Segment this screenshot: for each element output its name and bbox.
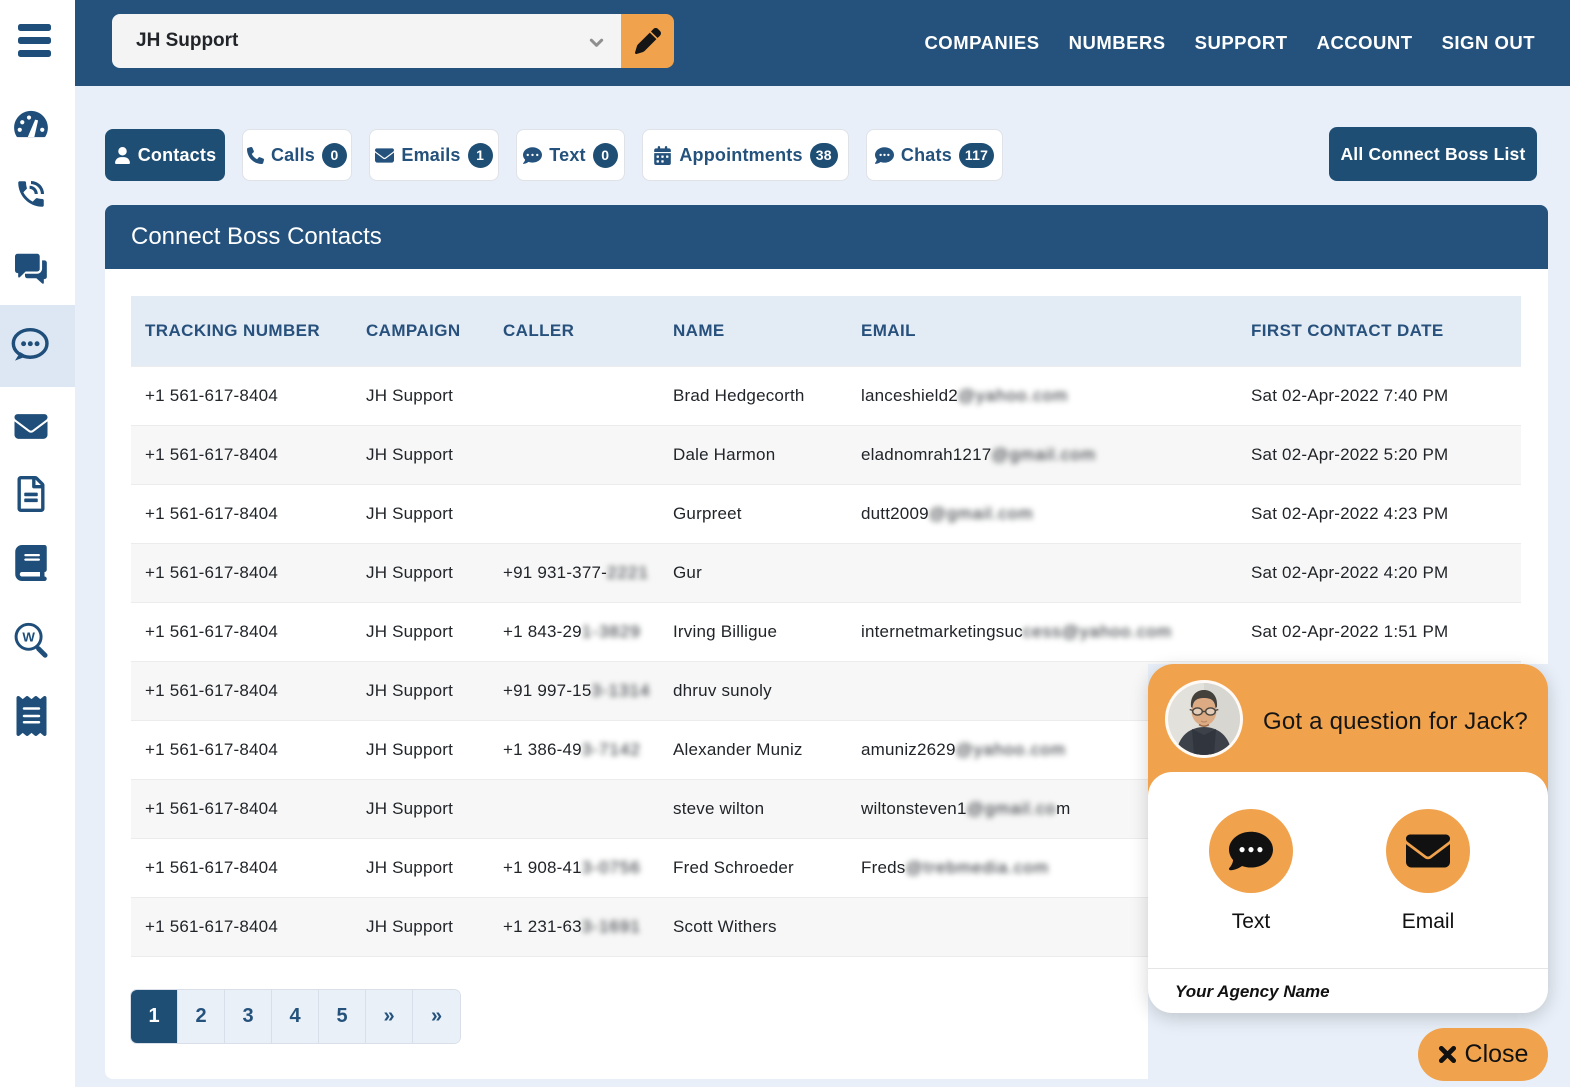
- svg-text:W: W: [22, 629, 35, 644]
